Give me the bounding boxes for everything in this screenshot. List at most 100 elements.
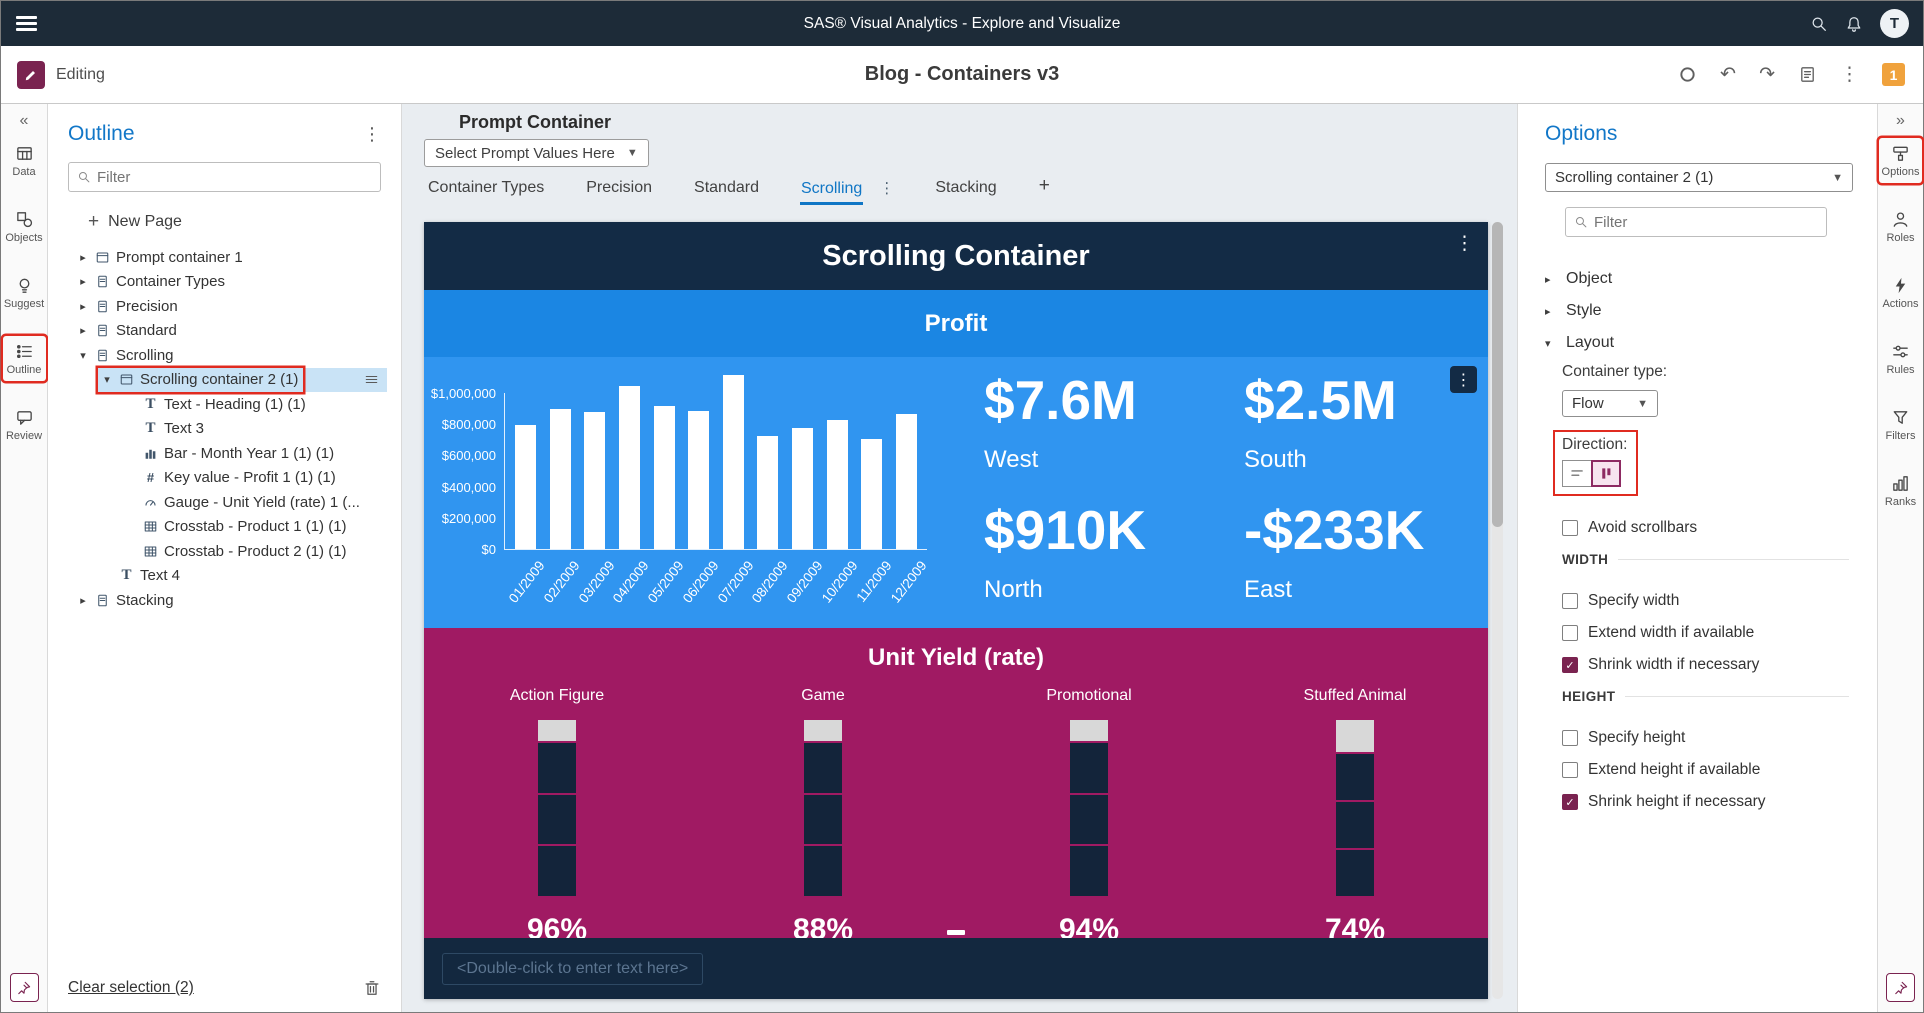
container-menu-icon[interactable]: ⋮ xyxy=(1455,232,1474,255)
tree-item[interactable]: Crosstab - Product 2 (1) (1) xyxy=(48,539,401,564)
direction-vertical-button[interactable] xyxy=(1591,460,1621,487)
resize-handle[interactable] xyxy=(947,930,965,935)
add-tab-button[interactable]: + xyxy=(1038,171,1051,205)
checkbox-extend-width-if-available[interactable]: Extend width if available xyxy=(1562,623,1877,643)
rail-item-rules[interactable]: Rules xyxy=(1879,336,1922,381)
tree-toggle-icon[interactable]: ▾ xyxy=(74,349,92,362)
refresh-status-icon[interactable] xyxy=(1678,65,1697,84)
checkbox-avoid-scrollbars[interactable]: Avoid scrollbars xyxy=(1562,518,1877,538)
expand-panel-icon[interactable]: » xyxy=(1878,104,1923,138)
options-filter-input[interactable] xyxy=(1594,214,1818,231)
alert-count-badge[interactable]: 1 xyxy=(1882,63,1905,86)
direction-horizontal-button[interactable] xyxy=(1562,460,1592,487)
options-group-layout[interactable]: ▾Layout xyxy=(1545,327,1877,359)
rail-item-roles[interactable]: Roles xyxy=(1879,204,1922,249)
tree-item[interactable]: ▾Scrolling xyxy=(48,343,401,368)
checkbox-specify-height[interactable]: Specify height xyxy=(1562,728,1877,748)
gauge[interactable]: Action Figure96% xyxy=(424,687,690,938)
outline-filter-input[interactable] xyxy=(97,169,372,186)
checkbox-shrink-height-if-necessary[interactable]: ✓Shrink height if necessary xyxy=(1562,792,1877,812)
profit-chart-section[interactable]: ⋮ $1,000,000$800,000$600,000$400,000$200… xyxy=(424,357,1488,628)
tree-item[interactable]: ▾Scrolling container 2 (1) xyxy=(48,368,401,393)
outline-menu-icon[interactable]: ⋮ xyxy=(363,125,381,143)
tree-toggle-icon[interactable]: ▸ xyxy=(74,594,92,607)
rail-item-filters[interactable]: Filters xyxy=(1879,402,1922,447)
search-icon[interactable] xyxy=(1810,15,1828,33)
options-group-style[interactable]: ▸Style xyxy=(1545,295,1877,327)
tree-item[interactable]: ▸Prompt container 1 xyxy=(48,245,401,270)
pin-panel-button[interactable] xyxy=(10,973,39,1002)
rail-item-objects[interactable]: Objects xyxy=(3,204,46,249)
rail-item-data[interactable]: Data xyxy=(3,138,46,183)
tree-toggle-icon[interactable]: ▸ xyxy=(74,251,92,264)
clear-selection-link[interactable]: Clear selection (2) xyxy=(68,979,194,997)
scrolling-container-object[interactable]: Scrolling Container ⋮ Profit ⋮ $1,000,00… xyxy=(424,222,1488,999)
rail-item-outline[interactable]: Outline xyxy=(3,336,46,381)
tab-standard[interactable]: Standard xyxy=(693,175,760,205)
tree-toggle-icon[interactable]: ▾ xyxy=(98,373,116,386)
tab-scrolling[interactable]: Scrolling xyxy=(800,176,863,206)
tree-item[interactable]: Bar - Month Year 1 (1) (1) xyxy=(48,441,401,466)
more-options-icon[interactable]: ⋮ xyxy=(1840,65,1859,84)
checkbox[interactable] xyxy=(1562,762,1578,778)
key-value[interactable]: -$233KEast xyxy=(1244,501,1494,603)
canvas-scrollbar[interactable] xyxy=(1492,222,1503,999)
prompt-values-dropdown[interactable]: Select Prompt Values Here ▼ xyxy=(424,139,649,167)
object-selector-dropdown[interactable]: Scrolling container 2 (1) ▼ xyxy=(1545,163,1853,192)
tree-item[interactable]: ▸Stacking xyxy=(48,588,401,613)
rail-item-suggest[interactable]: Suggest xyxy=(3,270,46,315)
rules-icon xyxy=(1891,341,1910,361)
checkbox[interactable]: ✓ xyxy=(1562,657,1578,673)
key-value[interactable]: $910KNorth xyxy=(984,501,1234,603)
rail-item-review[interactable]: Review xyxy=(3,402,46,447)
tree-item[interactable]: TText 3 xyxy=(48,417,401,442)
footer-text-object[interactable]: <Double-click to enter text here> xyxy=(424,938,1488,999)
checkbox-specify-width[interactable]: Specify width xyxy=(1562,591,1877,611)
new-page-button[interactable]: + New Page xyxy=(88,212,381,231)
delete-icon[interactable] xyxy=(363,979,381,997)
tree-item[interactable]: TText 4 xyxy=(48,564,401,589)
gauge[interactable]: Promotional94% xyxy=(956,687,1222,938)
checkbox[interactable] xyxy=(1562,593,1578,609)
key-value[interactable]: $7.6MWest xyxy=(984,371,1234,473)
checkbox[interactable] xyxy=(1562,625,1578,641)
drag-handle-icon[interactable] xyxy=(364,372,379,387)
rail-item-ranks[interactable]: Ranks xyxy=(1879,468,1922,513)
gauge-section[interactable]: Unit Yield (rate) Action Figure96%Game88… xyxy=(424,628,1488,938)
chart-menu-icon[interactable]: ⋮ xyxy=(1450,366,1477,393)
checkbox[interactable]: ✓ xyxy=(1562,794,1578,810)
checkbox[interactable] xyxy=(1562,730,1578,746)
collapse-panel-icon[interactable]: « xyxy=(1,104,47,138)
gauge[interactable]: Game88% xyxy=(690,687,956,938)
undo-icon[interactable]: ↶ xyxy=(1720,65,1736,84)
options-group-object[interactable]: ▸Object xyxy=(1545,263,1877,295)
rail-item-actions[interactable]: Actions xyxy=(1879,270,1922,315)
tree-item[interactable]: #Key value - Profit 1 (1) (1) xyxy=(48,466,401,491)
tab-menu-icon[interactable]: ⋮ xyxy=(879,179,894,205)
tree-item[interactable]: ▸Standard xyxy=(48,319,401,344)
gauge[interactable]: Stuffed Animal74% xyxy=(1222,687,1488,938)
tree-toggle-icon[interactable]: ▸ xyxy=(74,300,92,313)
tab-stacking[interactable]: Stacking xyxy=(934,175,997,205)
tab-precision[interactable]: Precision xyxy=(585,175,653,205)
notifications-bell-icon[interactable] xyxy=(1845,15,1863,33)
tab-container-types[interactable]: Container Types xyxy=(427,175,545,205)
avatar[interactable]: T xyxy=(1880,9,1909,38)
rail-item-options[interactable]: Options xyxy=(1879,138,1922,183)
text-placeholder[interactable]: <Double-click to enter text here> xyxy=(442,953,703,985)
redo-icon[interactable]: ↷ xyxy=(1759,65,1775,84)
checkbox-extend-height-if-available[interactable]: Extend height if available xyxy=(1562,760,1877,780)
tree-item[interactable]: ▸Container Types xyxy=(48,270,401,295)
tree-toggle-icon[interactable]: ▸ xyxy=(74,324,92,337)
tree-toggle-icon[interactable]: ▸ xyxy=(74,275,92,288)
tree-item[interactable]: ▸Precision xyxy=(48,294,401,319)
checkbox-shrink-width-if-necessary[interactable]: ✓Shrink width if necessary xyxy=(1562,655,1877,675)
pin-panel-button[interactable] xyxy=(1886,973,1915,1002)
checkbox[interactable] xyxy=(1562,520,1578,536)
scrollbar-thumb[interactable] xyxy=(1492,222,1503,527)
tree-item[interactable]: Gauge - Unit Yield (rate) 1 (... xyxy=(48,490,401,515)
tree-item[interactable]: TText - Heading (1) (1) xyxy=(48,392,401,417)
report-view-icon[interactable] xyxy=(1798,65,1817,84)
tree-item[interactable]: Crosstab - Product 1 (1) (1) xyxy=(48,515,401,540)
container-type-dropdown[interactable]: Flow ▼ xyxy=(1562,390,1658,417)
